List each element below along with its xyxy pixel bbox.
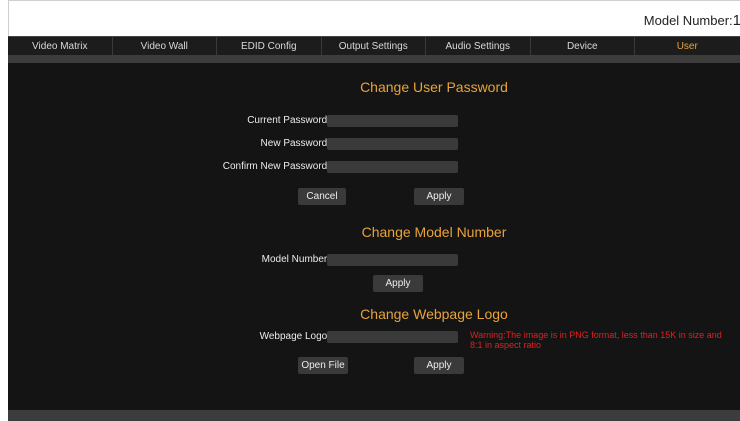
tab-audio-settings[interactable]: Audio Settings	[426, 37, 531, 56]
tab-device[interactable]: Device	[531, 37, 635, 56]
model-apply-button[interactable]: Apply	[373, 275, 423, 292]
model-number-display: Model Number:1	[644, 12, 740, 29]
webpage-logo-label: Webpage Logo:	[259, 331, 330, 342]
new-password-label: New Password:	[260, 138, 330, 149]
tab-video-wall[interactable]: Video Wall	[113, 37, 217, 56]
bottom-divider	[8, 410, 740, 421]
confirm-password-label: Confirm New Password:	[222, 161, 330, 172]
logo-warning-text: Warning:The image is in PNG format, less…	[470, 330, 722, 350]
model-section-title: Change Model Number	[361, 224, 507, 240]
model-number-value: 1	[732, 12, 740, 29]
main-panel: Change User Password Current Password: N…	[8, 63, 740, 410]
nav-bar: Video Matrix Video Wall EDID Config Outp…	[8, 36, 740, 56]
logo-section-title: Change Webpage Logo	[360, 306, 508, 322]
tab-user[interactable]: User	[635, 37, 740, 56]
header-bar: Model Number:1	[8, 0, 740, 37]
current-password-field[interactable]	[327, 115, 458, 127]
cancel-button[interactable]: Cancel	[298, 188, 346, 205]
tab-video-matrix[interactable]: Video Matrix	[8, 37, 113, 56]
tab-output-settings[interactable]: Output Settings	[322, 37, 426, 56]
model-number-field[interactable]	[327, 254, 458, 266]
password-apply-button[interactable]: Apply	[414, 188, 464, 205]
top-divider	[8, 55, 740, 63]
logo-apply-button[interactable]: Apply	[414, 357, 464, 374]
new-password-field[interactable]	[327, 138, 458, 150]
webpage-logo-field[interactable]	[327, 331, 458, 343]
tab-edid-config[interactable]: EDID Config	[217, 37, 322, 56]
password-section-title: Change User Password	[360, 79, 508, 95]
model-number-field-label: Model Number:	[261, 254, 330, 265]
open-file-button[interactable]: Open File	[298, 357, 348, 374]
model-number-label: Model Number:	[643, 13, 733, 28]
confirm-password-field[interactable]	[327, 161, 458, 173]
current-password-label: Current Password:	[247, 115, 330, 126]
